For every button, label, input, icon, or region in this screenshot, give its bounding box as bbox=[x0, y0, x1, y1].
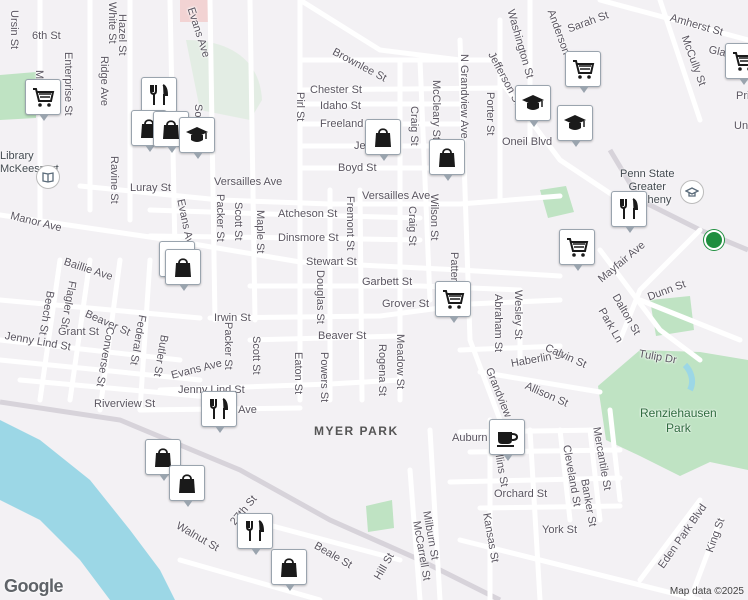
restaurant-marker[interactable] bbox=[611, 191, 647, 233]
education-marker[interactable] bbox=[179, 117, 215, 159]
park-label[interactable]: Renziehausen Park bbox=[640, 406, 717, 436]
street-label: McCleary St bbox=[430, 80, 442, 140]
street-label: Versailles Ave bbox=[214, 176, 283, 188]
shopping-bag-marker[interactable] bbox=[169, 465, 205, 507]
street-label: Wesley St bbox=[512, 290, 524, 340]
restaurant-icon bbox=[206, 396, 232, 422]
shopping-cart-marker[interactable] bbox=[559, 229, 595, 271]
street-label: Atcheson St bbox=[278, 208, 338, 220]
street-label: Rogena St bbox=[376, 344, 388, 396]
map-canvas[interactable]: Ursin St 6th St White St Hazel St Evans … bbox=[0, 0, 748, 600]
street-label: Maple St bbox=[254, 210, 266, 254]
street-label: Abraham St bbox=[492, 294, 504, 353]
street-label: Porter St bbox=[484, 92, 496, 136]
shopping-cart-icon bbox=[730, 48, 748, 74]
restaurant-icon bbox=[616, 196, 642, 222]
shopping-bag-marker[interactable] bbox=[365, 119, 401, 161]
shopping-cart-marker[interactable] bbox=[725, 43, 748, 85]
street-label: Luray St bbox=[130, 182, 171, 194]
shopping-cart-icon bbox=[564, 234, 590, 260]
shopping-cart-marker[interactable] bbox=[25, 79, 61, 121]
shopping-cart-marker[interactable] bbox=[435, 281, 471, 323]
neighborhood-label: MYER PARK bbox=[314, 424, 399, 438]
street-label: Beaver St bbox=[318, 330, 367, 342]
street-label: Hazel St bbox=[116, 14, 128, 56]
street-label: Oneil Blvd bbox=[502, 136, 553, 148]
street-label: Chester St bbox=[310, 84, 362, 96]
street-label: Boyd St bbox=[338, 162, 377, 174]
shopping-bag-marker[interactable] bbox=[165, 249, 201, 291]
cafe-icon bbox=[494, 424, 520, 450]
street-label: Scott St bbox=[250, 336, 262, 375]
street-label: Powers St bbox=[318, 352, 330, 403]
shopping-bag-marker[interactable] bbox=[271, 549, 307, 591]
restaurant-icon bbox=[242, 518, 268, 544]
street-label: Craig St bbox=[408, 106, 420, 146]
street-label: Packer St bbox=[214, 194, 226, 242]
cafe-marker[interactable] bbox=[489, 419, 525, 461]
street-label: 6th St bbox=[32, 30, 61, 42]
education-marker[interactable] bbox=[557, 105, 593, 147]
street-label: Stewart St bbox=[306, 256, 357, 268]
street-label: Univ bbox=[734, 120, 748, 132]
shopping-cart-marker[interactable] bbox=[565, 51, 601, 93]
street-label: Ravine St bbox=[108, 156, 120, 204]
shopping-bag-icon bbox=[434, 144, 460, 170]
park-pin-icon[interactable] bbox=[704, 230, 724, 250]
shopping-cart-icon bbox=[570, 56, 596, 82]
shopping-cart-icon bbox=[440, 286, 466, 312]
restaurant-marker[interactable] bbox=[141, 77, 177, 119]
street-label: York St bbox=[542, 524, 578, 536]
shopping-bag-icon bbox=[370, 124, 396, 150]
shopping-bag-icon bbox=[276, 554, 302, 580]
street-label: Grant St bbox=[58, 326, 99, 338]
street-label: Ursin St bbox=[8, 10, 20, 50]
map-attribution[interactable]: Map data ©2025 bbox=[670, 586, 744, 597]
street-label: Ridge Ave bbox=[98, 56, 110, 106]
google-logo: Google bbox=[4, 576, 64, 596]
restaurant-marker[interactable] bbox=[201, 391, 237, 433]
street-label: Garbett St bbox=[362, 276, 413, 288]
street-label: Idaho St bbox=[320, 100, 361, 112]
library-icon[interactable] bbox=[36, 165, 60, 189]
street-label: Wilson St bbox=[428, 194, 440, 241]
street-label: Craig St bbox=[406, 206, 418, 246]
restaurant-marker[interactable] bbox=[237, 513, 273, 555]
street-label: Versailles Ave bbox=[362, 190, 431, 202]
street-label: Pirl St bbox=[294, 92, 306, 122]
street-label: N Grandview Ave bbox=[458, 54, 470, 139]
street-label: Riverview St bbox=[94, 398, 156, 410]
shopping-bag-icon bbox=[174, 470, 200, 496]
education-icon bbox=[520, 90, 546, 116]
shopping-bag-icon bbox=[170, 254, 196, 280]
university-icon[interactable] bbox=[680, 180, 704, 204]
street-label: Grover St bbox=[382, 298, 430, 310]
shopping-cart-icon bbox=[30, 84, 56, 110]
education-icon bbox=[184, 122, 210, 148]
restaurant-icon bbox=[146, 82, 172, 108]
street-label: Orchard St bbox=[494, 488, 548, 500]
street-label: Fremont St bbox=[344, 196, 356, 251]
street-label: Eaton St bbox=[292, 352, 304, 395]
street-label: Meadow St bbox=[394, 334, 406, 390]
map-base-layer bbox=[0, 0, 748, 600]
shopping-bag-marker[interactable] bbox=[429, 139, 465, 181]
street-label: Packer St bbox=[222, 322, 234, 370]
street-label: Dinsmore St bbox=[278, 232, 339, 244]
street-label: Priest bbox=[736, 90, 748, 102]
street-label: Enterprise St bbox=[62, 52, 74, 116]
street-label: Douglas St bbox=[314, 270, 326, 324]
street-label: Scott St bbox=[232, 202, 244, 241]
education-marker[interactable] bbox=[515, 85, 551, 127]
education-icon bbox=[562, 110, 588, 136]
